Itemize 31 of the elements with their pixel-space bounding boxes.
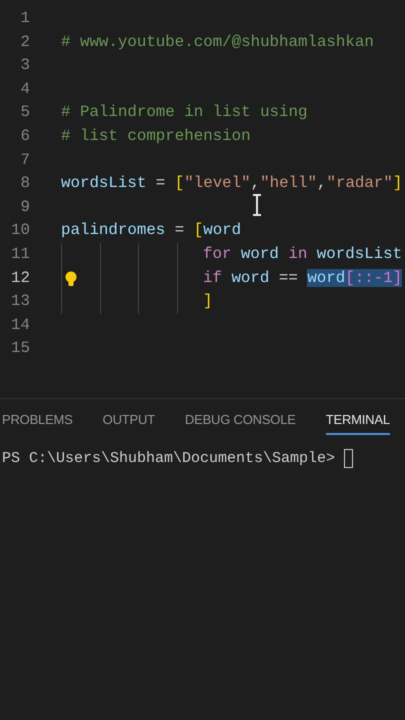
line-number: 10 [10,220,30,242]
code-line: palindromes = [word [61,220,242,242]
line-number: 8 [20,173,30,194]
line-number: 7 [20,150,30,171]
lightbulb-icon[interactable] [65,270,77,287]
terminal-cursor [344,449,354,468]
line-number: 3 [20,55,30,76]
line-number: 6 [20,126,30,147]
line-number: 2 [20,32,30,53]
line-number: 9 [20,196,30,218]
code-line: if word == word[::-1] [203,268,402,289]
line-number: 15 [10,338,30,360]
code-line: # www.youtube.com/@shubhamlashkan [61,32,374,53]
panel-tab[interactable]: TERMINAL [326,412,390,435]
code-line: # list comprehension [61,126,251,147]
code-line: wordsList = ["level","hell","radar"] [61,173,402,194]
line-number: 13 [10,291,30,312]
line-number: 5 [20,102,30,124]
text-cursor-icon [251,194,263,216]
code-line: ] [203,291,212,312]
code-line: # Palindrome in list using [61,102,308,124]
panel-tab[interactable]: DEBUG CONSOLE [184,412,296,435]
terminal-prompt: PS C:\Users\Shubham\Documents\Sample> [2,450,336,467]
panel-tab[interactable]: PROBLEMS [2,412,73,435]
line-number: 11 [10,244,30,265]
code-line: for word in wordsList [203,244,402,265]
line-number: 12 [10,268,30,289]
line-number: 4 [20,78,30,100]
line-number: 1 [20,8,30,29]
line-number: 14 [10,314,30,336]
panel-tab[interactable]: OUTPUT [102,412,155,435]
